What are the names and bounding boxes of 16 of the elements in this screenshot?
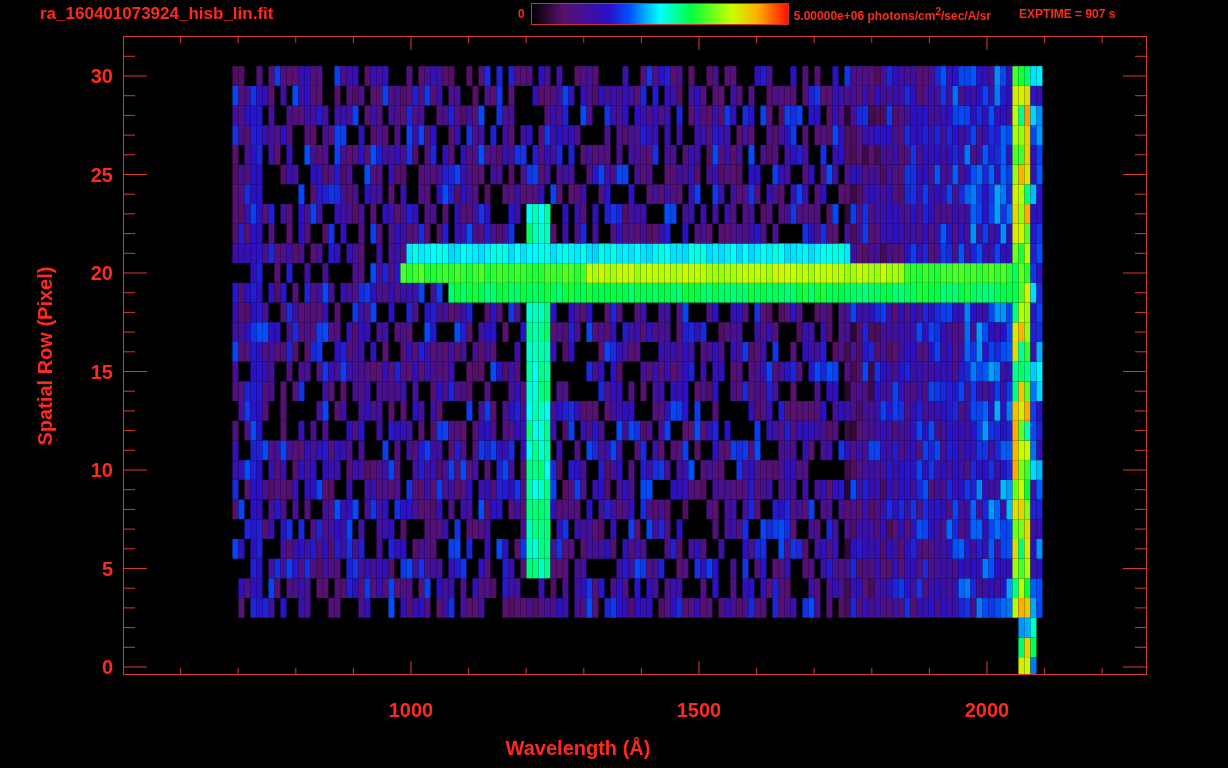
y-tick-label: 25 <box>90 163 113 186</box>
y-tick-label: 30 <box>90 64 113 88</box>
y-tick-label: 0 <box>101 655 113 679</box>
y-tick-label: 10 <box>90 458 113 482</box>
exposure-time: EXPTIME = 907 s <box>1019 7 1116 21</box>
colorbar-max-label: 5.00000e+06 photons/cm$^{2}$/sec/A/sr <box>793 5 992 23</box>
y-axis-label: Spatial Row (Pixel) <box>33 266 57 446</box>
x-tick-label: 2000 <box>964 699 1010 722</box>
x-tick-label: 1500 <box>676 699 722 722</box>
x-tick-label: 1000 <box>388 699 434 722</box>
x-axis-label: Wavelength (Å) <box>505 737 651 760</box>
y-tick-label: 20 <box>90 261 113 285</box>
file-title: ra_160401073924_hisb_lin.fit <box>40 4 275 24</box>
y-tick-label: 5 <box>101 557 113 580</box>
colorbar-min-label: 0 <box>518 7 525 21</box>
y-tick-label: 15 <box>90 360 113 383</box>
